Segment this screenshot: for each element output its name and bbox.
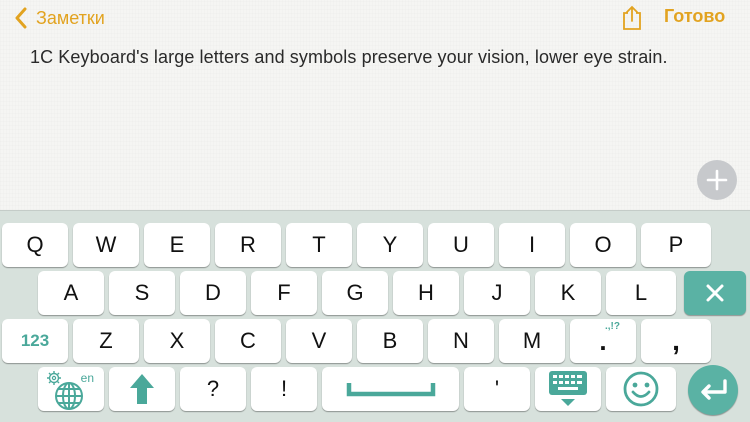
keyboard: Q W E R T Y U I O P A S D F G H J K L 12… <box>0 210 750 422</box>
key-w[interactable]: W <box>73 223 139 267</box>
key-o[interactable]: O <box>570 223 636 267</box>
language-key[interactable]: en <box>38 367 104 411</box>
numbers-key[interactable]: 123 <box>2 319 68 363</box>
key-g[interactable]: G <box>322 271 388 315</box>
key-s[interactable]: S <box>109 271 175 315</box>
shift-arrow-icon <box>130 374 154 404</box>
key-k[interactable]: K <box>535 271 601 315</box>
keyboard-hide-icon <box>549 371 587 406</box>
key-c[interactable]: C <box>215 319 281 363</box>
delete-icon <box>706 284 724 302</box>
key-h[interactable]: H <box>393 271 459 315</box>
emoji-key[interactable] <box>606 367 676 411</box>
add-button[interactable] <box>697 160 737 200</box>
key-d[interactable]: D <box>180 271 246 315</box>
period-key[interactable]: .,!? . <box>570 319 636 363</box>
notes-area[interactable]: Заметки Готово 1C Keyboard's large lette… <box>0 0 750 210</box>
delete-key[interactable] <box>684 271 746 315</box>
question-key[interactable]: ? <box>180 367 246 411</box>
key-a[interactable]: A <box>38 271 104 315</box>
key-p[interactable]: P <box>641 223 711 267</box>
period-hint: .,!? <box>605 321 620 332</box>
shift-key[interactable] <box>109 367 175 411</box>
return-arrow-icon <box>701 379 727 400</box>
exclaim-key[interactable]: ! <box>251 367 317 411</box>
back-chevron-icon <box>15 7 27 29</box>
apostrophe-key[interactable]: ' <box>464 367 530 411</box>
key-t[interactable]: T <box>286 223 352 267</box>
back-label: Заметки <box>36 7 105 28</box>
back-button[interactable]: Заметки <box>14 4 105 32</box>
note-text[interactable]: 1C Keyboard's large letters and symbols … <box>30 47 668 68</box>
key-z[interactable]: Z <box>73 319 139 363</box>
key-n[interactable]: N <box>428 319 494 363</box>
smiley-icon <box>623 371 659 407</box>
key-y[interactable]: Y <box>357 223 423 267</box>
key-f[interactable]: F <box>251 271 317 315</box>
comma-key[interactable]: , <box>641 319 711 363</box>
key-l[interactable]: L <box>606 271 676 315</box>
nav-bar: Заметки Готово <box>0 0 750 36</box>
hide-keyboard-key[interactable] <box>535 367 601 411</box>
share-icon <box>623 5 641 30</box>
key-e[interactable]: E <box>144 223 210 267</box>
key-r[interactable]: R <box>215 223 281 267</box>
key-q[interactable]: Q <box>2 223 68 267</box>
globe-icon <box>55 382 83 410</box>
share-button[interactable] <box>620 4 644 32</box>
key-x[interactable]: X <box>144 319 210 363</box>
key-i[interactable]: I <box>499 223 565 267</box>
key-b[interactable]: B <box>357 319 423 363</box>
space-key[interactable] <box>322 367 459 411</box>
key-m[interactable]: M <box>499 319 565 363</box>
plus-icon <box>706 169 728 191</box>
done-button[interactable]: Готово <box>664 6 725 27</box>
key-u[interactable]: U <box>428 223 494 267</box>
space-bracket-icon <box>346 383 435 397</box>
return-key[interactable] <box>688 365 738 415</box>
key-j[interactable]: J <box>464 271 530 315</box>
key-v[interactable]: V <box>286 319 352 363</box>
